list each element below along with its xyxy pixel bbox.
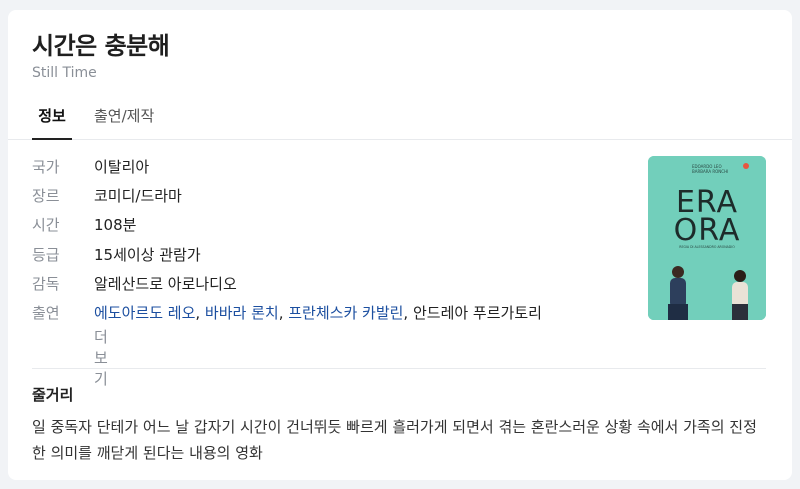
tab-cast-crew[interactable]: 출연/제작 <box>94 105 154 140</box>
country-value: 이탈리아 <box>94 158 150 176</box>
movie-original-title: Still Time <box>32 65 97 81</box>
poster-actor-2: BARBARA RONCHI <box>692 169 728 174</box>
poster-title-ora: ORA <box>674 213 741 248</box>
cast-separator: , <box>278 304 289 322</box>
cast-separator: , <box>195 304 205 322</box>
tab-bar: 정보 출연/제작 <box>8 98 792 140</box>
cast-label: 출연 <box>32 304 60 322</box>
cast-separator: , <box>403 304 413 322</box>
cast-name-4: 안드레아 푸르가토리 <box>412 304 542 322</box>
tab-info[interactable]: 정보 <box>32 105 72 140</box>
country-label: 국가 <box>32 158 60 176</box>
poster-credit: REGIA DI ALESSANDRO ARONADIO <box>679 245 735 249</box>
movie-title: 시간은 충분해 <box>32 32 170 60</box>
cast-link-2[interactable]: 바바라 론치 <box>205 304 279 322</box>
section-divider <box>32 368 766 369</box>
cast-link-1[interactable]: 에도아르도 레오 <box>94 304 195 322</box>
plot-summary: 일 중독자 단테가 어느 날 갑자기 시간이 건너뛰듯 빠르게 흘러가게 되면서… <box>32 418 757 462</box>
director-link[interactable]: 알레산드로 아로나디오 <box>94 273 237 294</box>
genre-label: 장르 <box>32 187 60 205</box>
rating-label: 등급 <box>32 246 60 264</box>
runtime-value: 108분 <box>94 216 137 234</box>
genre-value: 코미디/드라마 <box>94 187 182 205</box>
cast-more-link[interactable]: 더보기 <box>94 326 108 389</box>
runtime-label: 시간 <box>32 216 60 234</box>
movie-info-card: 시간은 충분해 Still Time 정보 출연/제작 국가 이탈리아 장르 코… <box>8 10 792 480</box>
director-label: 감독 <box>32 275 60 293</box>
cast-link-3[interactable]: 프란체스카 카발린 <box>288 304 403 322</box>
poster-image: EDOARDO LEO BARBARA RONCHI ERA ORA REGIA… <box>648 156 766 320</box>
plot-heading: 줄거리 <box>32 386 74 404</box>
movie-poster[interactable]: EDOARDO LEO BARBARA RONCHI ERA ORA REGIA… <box>648 156 766 320</box>
rating-value: 15세이상 관람가 <box>94 246 201 264</box>
cast-list: 에도아르도 레오, 바바라 론치, 프란체스카 카발린, 안드레아 푸르가토리 <box>94 302 542 323</box>
